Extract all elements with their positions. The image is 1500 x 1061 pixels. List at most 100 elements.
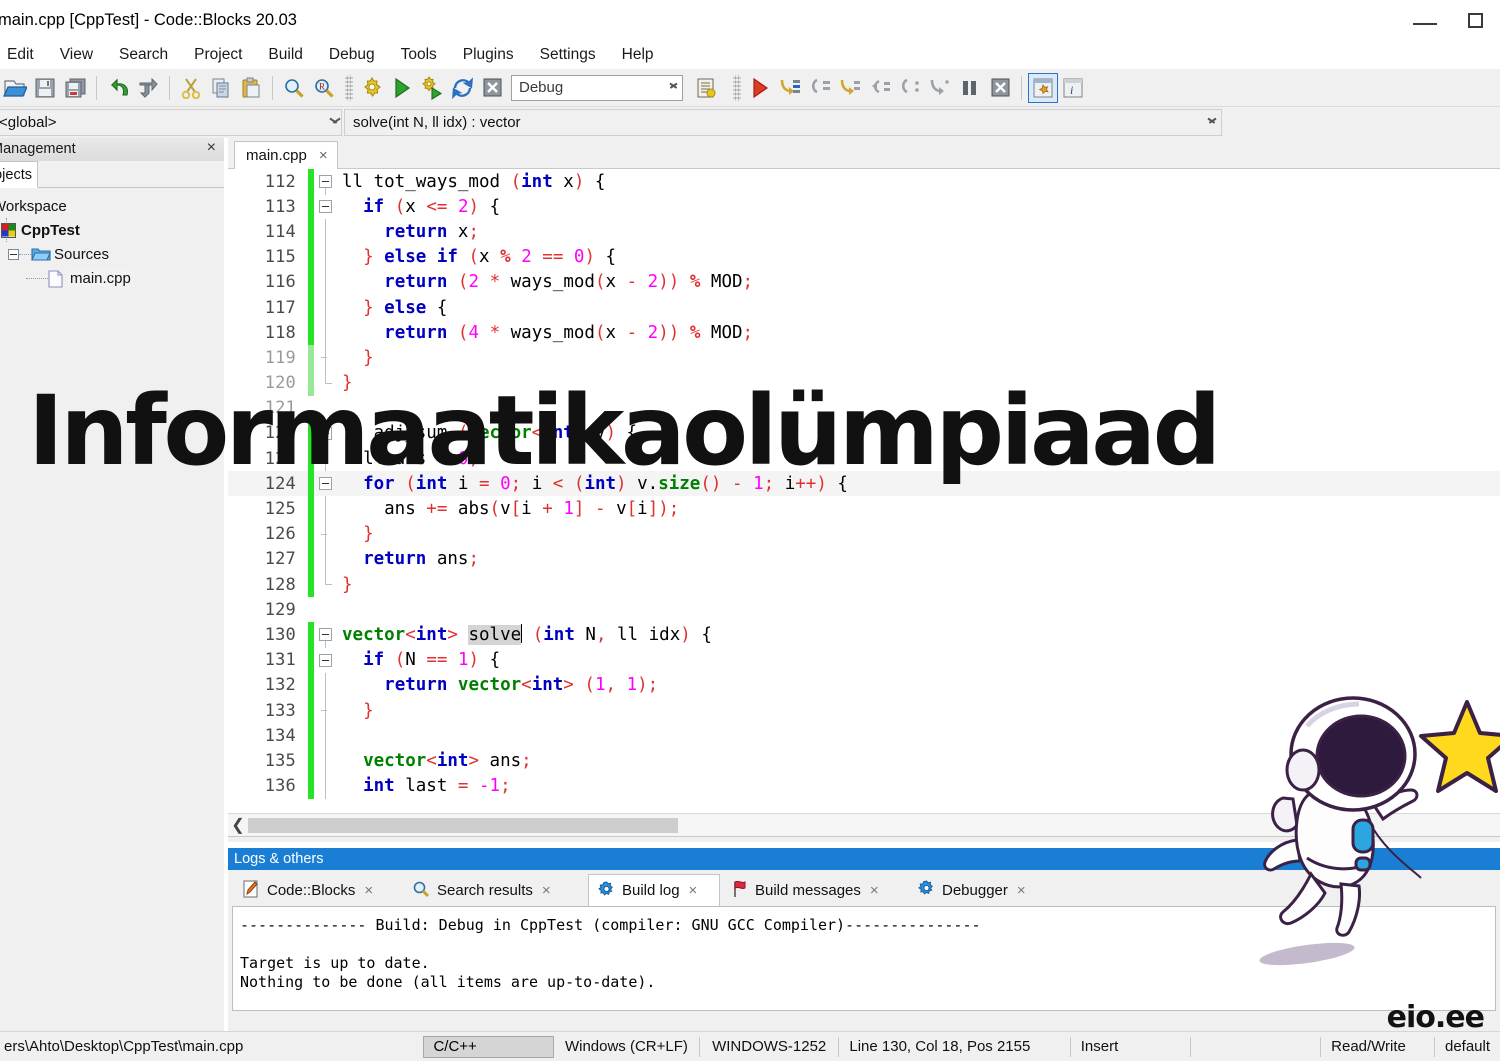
- close-icon[interactable]: ×: [689, 882, 698, 899]
- save-all-button[interactable]: [60, 73, 90, 103]
- menu-item-project[interactable]: Project: [181, 44, 255, 66]
- minimize-button[interactable]: [1400, 0, 1450, 41]
- menu-item-debug[interactable]: Debug: [316, 44, 388, 66]
- fold-column[interactable]: [314, 219, 340, 245]
- tree-item-project[interactable]: CppTest: [0, 218, 224, 242]
- debugging-windows-button[interactable]: [1028, 72, 1058, 103]
- fold-column[interactable]: [314, 672, 340, 698]
- logs-tab[interactable]: Build messages ×: [722, 874, 907, 906]
- fold-column[interactable]: [314, 597, 340, 622]
- fold-column[interactable]: [314, 521, 340, 547]
- logs-tab[interactable]: Debugger ×: [909, 874, 1042, 906]
- menu-item-edit[interactable]: Edit: [0, 44, 47, 66]
- copy-button[interactable]: [206, 73, 236, 103]
- build-target-combo[interactable]: Debug: [511, 74, 683, 101]
- code-line[interactable]: 118 return (4 * ways_mod(x - 2)) % MOD;: [228, 320, 1500, 346]
- fold-collapse-icon[interactable]: [319, 175, 332, 188]
- code-line[interactable]: 116 return (2 * ways_mod(x - 2)) % MOD;: [228, 269, 1500, 295]
- code-line[interactable]: 127 return ans;: [228, 546, 1500, 572]
- logs-tab[interactable]: Build log ×: [588, 874, 720, 906]
- code-line[interactable]: 112 ll tot_ways_mod (int x) {: [228, 169, 1500, 195]
- menu-item-help[interactable]: Help: [609, 44, 667, 66]
- step-into-button[interactable]: [805, 73, 835, 103]
- close-icon[interactable]: ×: [1017, 882, 1026, 899]
- run-to-cursor-button[interactable]: [925, 73, 955, 103]
- menu-item-view[interactable]: View: [47, 44, 106, 66]
- toolbar-grip[interactable]: [345, 74, 353, 101]
- next-line-button[interactable]: [775, 73, 805, 103]
- break-debugger-button[interactable]: [955, 73, 985, 103]
- fold-column[interactable]: [314, 320, 340, 346]
- logs-tab[interactable]: Search results ×: [404, 874, 586, 906]
- tab-main-cpp[interactable]: main.cpp ×: [234, 141, 338, 169]
- debug-continue-button[interactable]: [745, 73, 775, 103]
- close-icon[interactable]: ×: [542, 882, 551, 899]
- stop-debugger-button[interactable]: [985, 73, 1015, 103]
- step-out-button[interactable]: [895, 73, 925, 103]
- fold-collapse-icon[interactable]: [319, 200, 332, 214]
- fold-column[interactable]: [314, 748, 340, 774]
- tree-item-workspace[interactable]: Workspace: [0, 194, 224, 218]
- fold-column[interactable]: [314, 244, 340, 270]
- code-line[interactable]: 115 } else if (x % 2 == 0) {: [228, 244, 1500, 270]
- fold-column[interactable]: [314, 169, 340, 195]
- abort-button[interactable]: [477, 73, 507, 103]
- fold-column[interactable]: [314, 345, 340, 371]
- code-line[interactable]: 129: [228, 597, 1500, 622]
- debugger-toolbar-grip[interactable]: [733, 74, 741, 101]
- close-icon[interactable]: ×: [364, 882, 373, 899]
- close-icon[interactable]: ×: [207, 139, 216, 157]
- code-line[interactable]: 125 ans += abs(v[i + 1] - v[i]);: [228, 496, 1500, 522]
- fold-column[interactable]: [314, 194, 340, 219]
- scrollbar-thumb[interactable]: [248, 817, 678, 833]
- close-icon[interactable]: ×: [870, 882, 879, 899]
- tree-item-file[interactable]: main.cpp: [0, 266, 224, 290]
- code-line[interactable]: 131 if (N == 1) {: [228, 647, 1500, 673]
- fold-column[interactable]: [314, 546, 340, 572]
- fold-collapse-icon[interactable]: [319, 653, 332, 667]
- redo-button[interactable]: [133, 73, 163, 103]
- code-line[interactable]: 126 }: [228, 521, 1500, 547]
- various-info-button[interactable]: i: [1058, 73, 1088, 103]
- build-and-run-button[interactable]: [417, 73, 447, 103]
- maximize-button[interactable]: [1450, 0, 1500, 41]
- replace-button[interactable]: R: [309, 73, 339, 103]
- code-line[interactable]: 130 vector<int> solve (int N, ll idx) {: [228, 622, 1500, 649]
- fold-column[interactable]: [314, 496, 340, 522]
- find-button[interactable]: [279, 73, 309, 103]
- save-button[interactable]: [30, 73, 60, 103]
- menu-item-search[interactable]: Search: [106, 44, 181, 66]
- build-button[interactable]: [357, 73, 387, 103]
- fold-column[interactable]: [314, 773, 340, 799]
- fold-column[interactable]: [314, 572, 340, 597]
- scroll-left-arrow-icon[interactable]: ❮: [228, 815, 248, 835]
- paste-button[interactable]: [236, 73, 266, 103]
- run-button[interactable]: [387, 73, 417, 103]
- fold-column[interactable]: [314, 648, 340, 673]
- tree-item-sources[interactable]: Sources: [0, 242, 224, 266]
- cut-button[interactable]: [176, 73, 206, 103]
- code-line[interactable]: 117 } else {: [228, 294, 1500, 321]
- step-into-instruction-button[interactable]: [865, 73, 895, 103]
- menu-item-build[interactable]: Build: [255, 44, 315, 66]
- menu-item-plugins[interactable]: Plugins: [450, 44, 527, 66]
- build-target-options-button[interactable]: [691, 73, 721, 103]
- fold-column[interactable]: [314, 697, 340, 724]
- fold-column[interactable]: [314, 269, 340, 295]
- undo-button[interactable]: [103, 73, 133, 103]
- rebuild-button[interactable]: [447, 73, 477, 103]
- open-file-button[interactable]: [0, 73, 30, 103]
- code-line[interactable]: 114 return x;: [228, 219, 1500, 245]
- next-instruction-button[interactable]: [835, 73, 865, 103]
- code-line[interactable]: 119 }: [228, 345, 1500, 371]
- function-combo[interactable]: solve(int N, ll idx) : vector: [344, 109, 1222, 136]
- tab-projects[interactable]: Projects: [0, 161, 38, 188]
- code-line[interactable]: 113 if (x <= 2) {: [228, 194, 1500, 220]
- close-icon[interactable]: ×: [319, 147, 328, 164]
- menu-item-tools[interactable]: Tools: [388, 44, 450, 66]
- fold-collapse-icon[interactable]: [319, 628, 332, 642]
- fold-column[interactable]: [314, 723, 340, 749]
- menu-item-settings[interactable]: Settings: [527, 44, 609, 66]
- expander-icon[interactable]: [8, 248, 19, 260]
- logs-tab[interactable]: Code::Blocks ×: [234, 874, 402, 906]
